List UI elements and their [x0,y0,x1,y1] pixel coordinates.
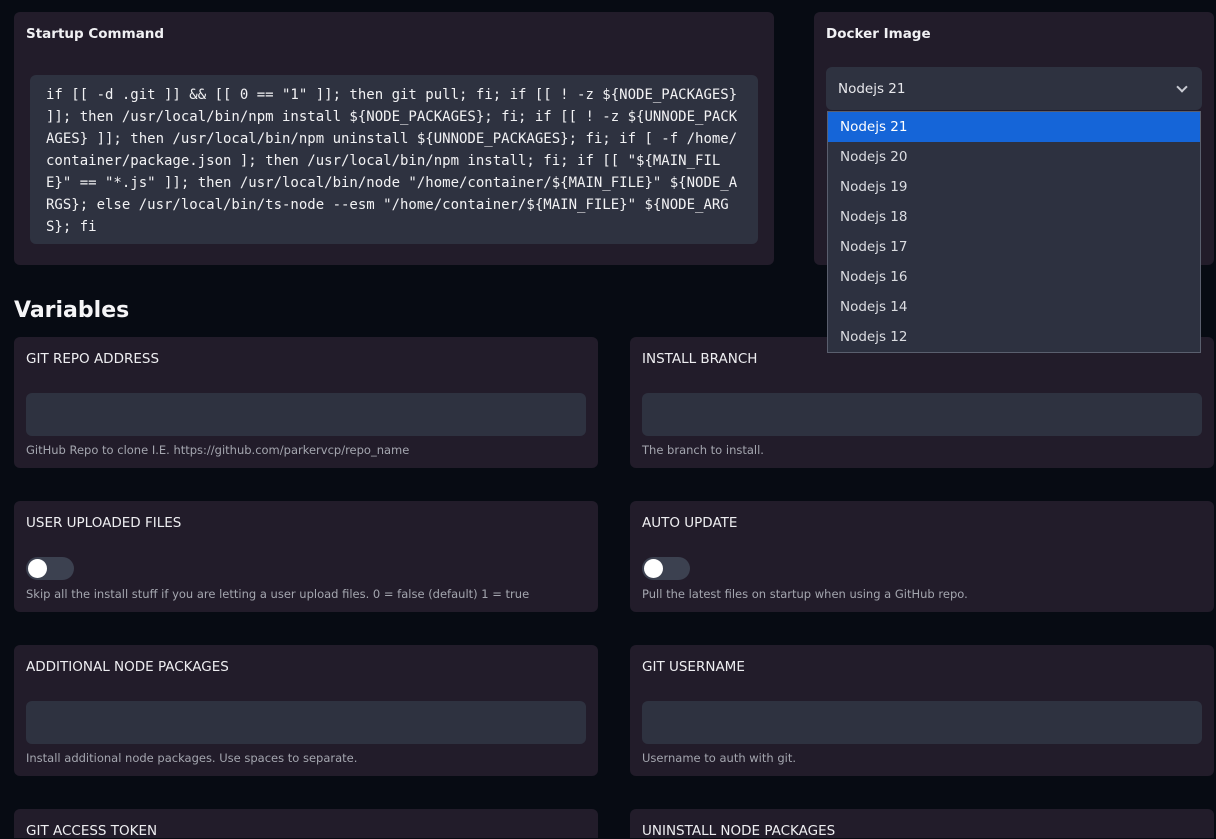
variable-card-node-packages: ADDITIONAL NODE PACKAGES Install additio… [14,645,598,776]
variable-label: AUTO UPDATE [642,515,738,531]
dropdown-option[interactable]: Nodejs 18 [828,202,1200,232]
docker-image-dropdown: Nodejs 21 Nodejs 20 Nodejs 19 Nodejs 18 … [827,111,1201,353]
toggle-knob [644,559,663,578]
docker-image-selected-value: Nodejs 21 [838,80,906,97]
variable-card-auto-update: AUTO UPDATE Pull the latest files on sta… [630,501,1214,612]
variable-label: GIT USERNAME [642,659,745,675]
startup-command-text: if [[ -d .git ]] && [[ 0 == "1" ]]; then… [30,75,758,244]
variable-card-git-token: GIT ACCESS TOKEN [14,809,598,839]
chevron-down-icon [1176,80,1188,93]
variable-label: ADDITIONAL NODE PACKAGES [26,659,229,675]
dropdown-option[interactable]: Nodejs 19 [828,172,1200,202]
docker-image-title: Docker Image [826,26,931,42]
variable-description: Skip all the install stuff if you are le… [26,587,530,601]
variable-label: GIT ACCESS TOKEN [26,823,158,839]
variable-card-install-branch: INSTALL BRANCH The branch to install. [630,337,1214,468]
dropdown-option[interactable]: Nodejs 20 [828,142,1200,172]
toggle-knob [28,559,47,578]
variable-description: Pull the latest files on startup when us… [642,587,968,601]
variable-card-git-repo: GIT REPO ADDRESS GitHub Repo to clone I.… [14,337,598,468]
dropdown-option[interactable]: Nodejs 16 [828,262,1200,292]
variables-heading: Variables [14,298,130,323]
install-branch-input[interactable] [642,393,1202,436]
node-packages-input[interactable] [26,701,586,744]
dropdown-option[interactable]: Nodejs 17 [828,232,1200,262]
variable-description: Username to auth with git. [642,751,796,765]
variable-label: UNINSTALL NODE PACKAGES [642,823,836,839]
dropdown-option[interactable]: Nodejs 21 [828,112,1200,142]
git-repo-input[interactable] [26,393,586,436]
user-uploaded-toggle[interactable] [26,557,74,580]
startup-command-title: Startup Command [26,26,165,42]
variable-card-user-uploaded: USER UPLOADED FILES Skip all the install… [14,501,598,612]
variable-label: INSTALL BRANCH [642,351,758,367]
variable-card-uninstall-packages: UNINSTALL NODE PACKAGES [630,809,1214,839]
variable-description: The branch to install. [642,443,764,457]
startup-command-card: Startup Command if [[ -d .git ]] && [[ 0… [14,12,774,265]
auto-update-toggle[interactable] [642,557,690,580]
git-username-input[interactable] [642,701,1202,744]
dropdown-option[interactable]: Nodejs 12 [828,322,1200,352]
docker-image-select[interactable]: Nodejs 21 [826,67,1202,110]
variable-card-git-username: GIT USERNAME Username to auth with git. [630,645,1214,776]
dropdown-option[interactable]: Nodejs 14 [828,292,1200,322]
variable-label: GIT REPO ADDRESS [26,351,160,367]
variable-description: GitHub Repo to clone I.E. https://github… [26,443,410,457]
variable-description: Install additional node packages. Use sp… [26,751,358,765]
variable-label: USER UPLOADED FILES [26,515,182,531]
